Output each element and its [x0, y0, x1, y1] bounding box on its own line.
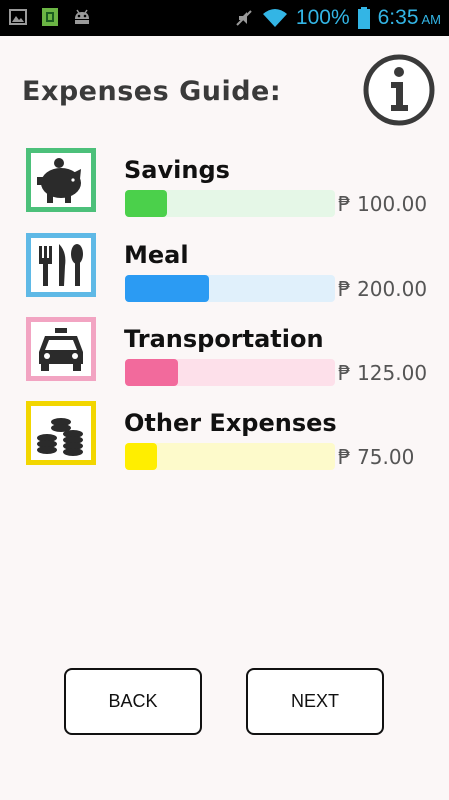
piggy-bank-icon: [37, 158, 81, 203]
category-row-transportation: Transportation ₱ 125.00: [26, 317, 436, 389]
category-label-transportation: Transportation: [124, 325, 324, 353]
savings-amount: ₱ 100.00: [338, 192, 428, 216]
battery-percent: 100%: [295, 6, 350, 29]
coins-icon: [37, 418, 83, 456]
info-icon[interactable]: [362, 53, 436, 127]
transportation-icon-box: [26, 317, 96, 381]
transportation-progress-fill: [125, 359, 178, 386]
meal-icon-box: [26, 233, 96, 297]
status-bar: 100% 6:35 AM: [0, 0, 449, 36]
category-label-other-expenses: Other Expenses: [124, 409, 337, 437]
other-expenses-icon-box: [26, 401, 96, 465]
clock: 6:35 AM: [378, 6, 441, 30]
image-notification-icon: [9, 9, 27, 25]
category-label-meal: Meal: [124, 241, 189, 269]
other-expenses-progress-fill: [125, 443, 157, 470]
mute-icon: [236, 10, 252, 26]
other-expenses-progress-track: [125, 443, 335, 470]
next-button[interactable]: NEXT: [246, 668, 384, 735]
android-debug-icon: [75, 9, 89, 24]
savings-progress-fill: [125, 190, 167, 217]
category-row-meal: Meal ₱ 200.00: [26, 233, 436, 305]
wifi-icon: [262, 9, 287, 27]
savings-progress-track: [125, 190, 335, 217]
category-row-other-expenses: Other Expenses ₱ 75.00: [26, 401, 436, 473]
clock-ampm: AM: [421, 12, 442, 27]
category-row-savings: Savings ₱ 100.00: [26, 148, 436, 220]
back-button[interactable]: BACK: [64, 668, 202, 735]
transportation-progress-track: [125, 359, 335, 386]
savings-icon-box: [26, 148, 96, 212]
page-title: Expenses Guide:: [22, 76, 282, 107]
clock-time: 6:35: [377, 6, 419, 29]
category-label-savings: Savings: [124, 156, 230, 184]
battery-icon: [357, 7, 370, 29]
sim-icon: [42, 8, 58, 26]
taxi-icon: [39, 328, 83, 371]
meal-progress-track: [125, 275, 335, 302]
meal-amount: ₱ 200.00: [338, 277, 428, 301]
utensils-icon: [39, 244, 83, 286]
meal-progress-fill: [125, 275, 209, 302]
transportation-amount: ₱ 125.00: [338, 361, 428, 385]
other-expenses-amount: ₱ 75.00: [338, 445, 415, 469]
